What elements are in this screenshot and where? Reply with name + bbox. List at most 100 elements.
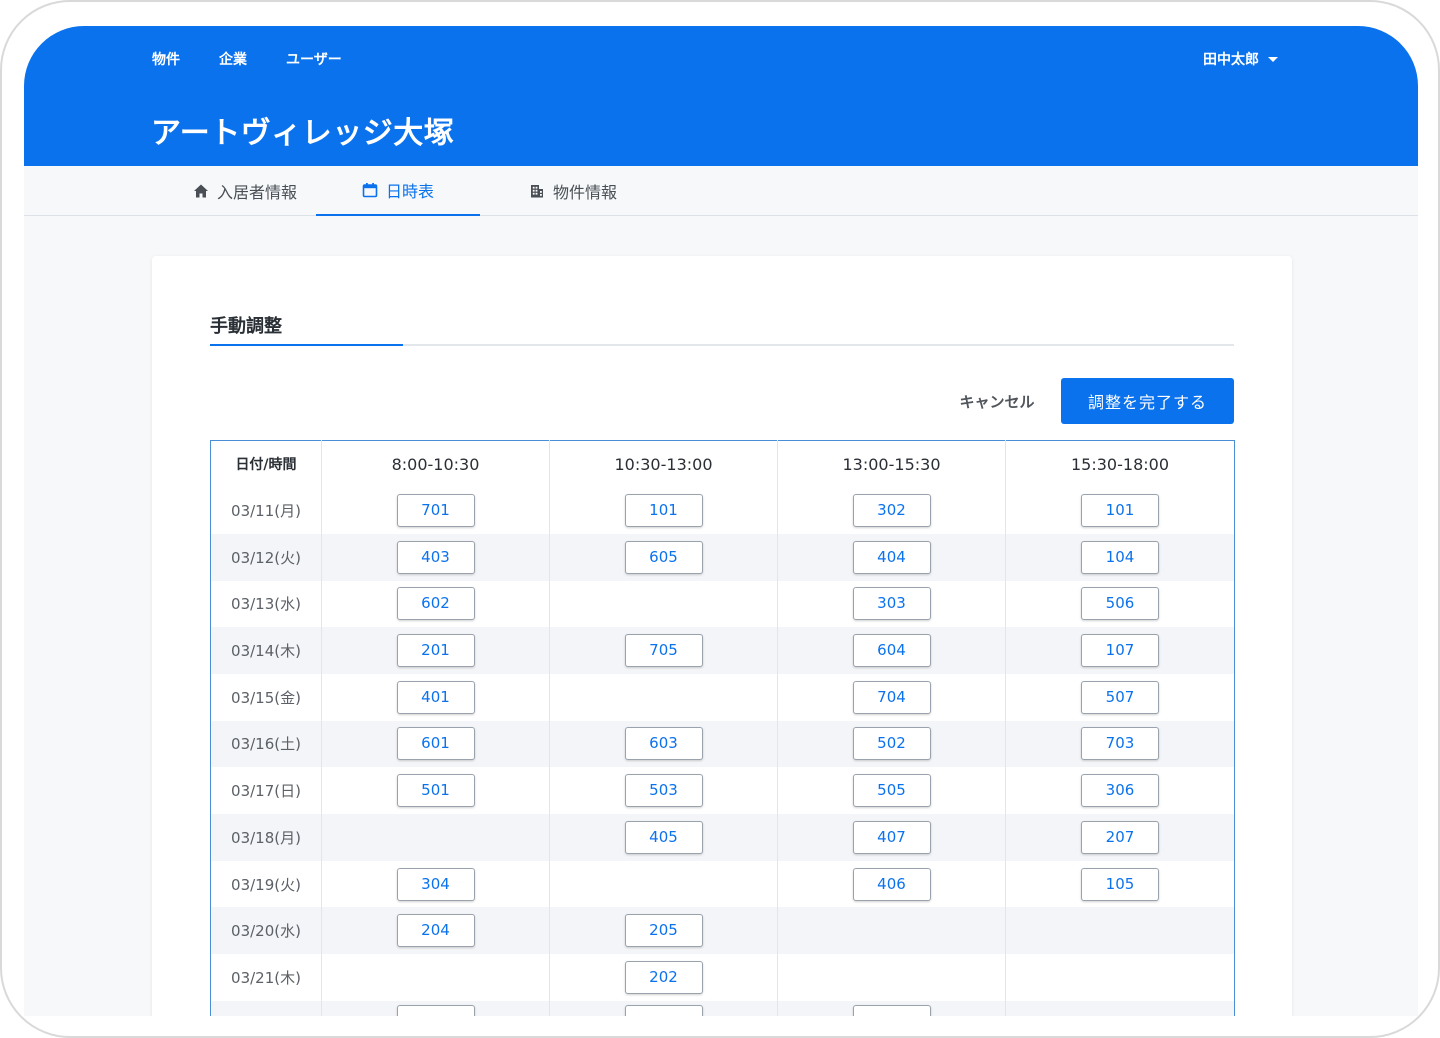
room-chip[interactable]: 705 bbox=[624, 634, 703, 668]
slot-cell: 407 bbox=[777, 814, 1006, 861]
room-chip[interactable]: 501 bbox=[396, 774, 475, 808]
room-chip[interactable]: 502 bbox=[852, 727, 931, 761]
nav-item-companies[interactable]: 企業 bbox=[219, 49, 247, 69]
room-chip[interactable]: 407 bbox=[852, 820, 931, 854]
slot-cell: 201 bbox=[321, 627, 550, 674]
room-chip[interactable]: 605 bbox=[624, 540, 703, 574]
room-chip[interactable]: 406 bbox=[852, 867, 931, 901]
room-chip[interactable]: 506 bbox=[1081, 587, 1159, 621]
slot-cell: 505 bbox=[777, 767, 1006, 814]
room-chip[interactable]: 403 bbox=[396, 540, 475, 574]
slot-cell bbox=[321, 954, 550, 1001]
room-chip[interactable]: 703 bbox=[1081, 727, 1159, 761]
room-chip[interactable]: 306 bbox=[1081, 774, 1159, 808]
room-chip-partial[interactable] bbox=[396, 1005, 475, 1016]
app-screen: 物件 企業 ユーザー 田中太郎 アートヴィレッジ大塚 入居者情報 日時表 物件情… bbox=[24, 26, 1418, 1016]
tab-resident-info[interactable]: 入居者情報 bbox=[152, 166, 338, 216]
section-title: 手動調整 bbox=[210, 316, 282, 337]
room-chip[interactable]: 101 bbox=[1081, 494, 1159, 528]
complete-adjustment-button[interactable]: 調整を完了する bbox=[1061, 378, 1234, 424]
row-date: 03/16(土) bbox=[210, 720, 322, 768]
section-divider-active bbox=[210, 344, 403, 346]
top-nav: 物件 企業 ユーザー bbox=[152, 49, 342, 69]
room-chip[interactable]: 701 bbox=[396, 494, 475, 528]
room-chip[interactable]: 503 bbox=[624, 774, 703, 808]
room-chip[interactable]: 107 bbox=[1081, 634, 1159, 668]
slot-cell: 401 bbox=[321, 673, 550, 721]
table-row: 03/11(月) 701 101 302 101 bbox=[210, 487, 1235, 534]
slot-cell bbox=[549, 580, 778, 628]
slot-cell: 503 bbox=[549, 767, 778, 814]
slot-cell: 304 bbox=[321, 860, 550, 908]
table-row: 03/16(土) 601 603 502 703 bbox=[210, 720, 1235, 768]
slot-cell: 603 bbox=[549, 720, 778, 768]
table-row bbox=[210, 1000, 1235, 1016]
table-row: 03/19(火) 304 406 105 bbox=[210, 860, 1235, 908]
row-date: 03/12(火) bbox=[210, 533, 322, 581]
room-chip[interactable]: 602 bbox=[396, 587, 475, 621]
room-chip[interactable]: 604 bbox=[852, 634, 931, 668]
row-date: 03/20(水) bbox=[210, 907, 322, 955]
cancel-button[interactable]: キャンセル bbox=[932, 378, 1062, 424]
tab-schedule[interactable]: 日時表 bbox=[316, 166, 480, 216]
slot-cell: 506 bbox=[1006, 581, 1235, 628]
room-chip[interactable]: 401 bbox=[396, 680, 475, 714]
slot-cell bbox=[321, 1000, 550, 1016]
room-chip[interactable]: 205 bbox=[624, 914, 703, 948]
table-row: 03/15(金) 401 704 507 bbox=[210, 673, 1235, 721]
building-icon bbox=[529, 183, 545, 199]
user-name: 田中太郎 bbox=[1203, 52, 1259, 68]
device-frame: 物件 企業 ユーザー 田中太郎 アートヴィレッジ大塚 入居者情報 日時表 物件情… bbox=[0, 0, 1440, 1038]
room-chip-partial[interactable] bbox=[624, 1005, 703, 1016]
slot-cell: 207 bbox=[1005, 814, 1235, 861]
slot-cell: 601 bbox=[321, 720, 550, 768]
room-chip[interactable]: 601 bbox=[396, 727, 475, 761]
room-chip[interactable]: 507 bbox=[1081, 680, 1159, 714]
room-chip[interactable]: 104 bbox=[1081, 540, 1159, 574]
room-chip[interactable]: 404 bbox=[852, 540, 931, 574]
tab-bar: 入居者情報 日時表 物件情報 bbox=[24, 166, 1418, 216]
user-menu[interactable]: 田中太郎 bbox=[1203, 49, 1278, 69]
slot-cell: 202 bbox=[549, 954, 778, 1001]
tab-property-info[interactable]: 物件情報 bbox=[480, 166, 666, 216]
slot-header: 10:30-13:00 bbox=[549, 440, 778, 488]
table-row: 03/17(日) 501 503 505 306 bbox=[210, 767, 1235, 814]
room-chip[interactable]: 302 bbox=[852, 494, 931, 528]
slot-header: 15:30-18:00 bbox=[1005, 440, 1235, 488]
nav-item-properties[interactable]: 物件 bbox=[152, 49, 180, 69]
nav-item-users[interactable]: ユーザー bbox=[286, 49, 342, 69]
room-chip[interactable]: 405 bbox=[624, 820, 703, 854]
room-chip[interactable]: 204 bbox=[396, 914, 475, 948]
row-date: 03/19(火) bbox=[210, 860, 322, 908]
room-chip[interactable]: 704 bbox=[852, 680, 931, 714]
room-chip[interactable]: 603 bbox=[624, 727, 703, 761]
row-date: 03/15(金) bbox=[210, 673, 322, 721]
table-row: 03/13(水) 602 303 506 bbox=[210, 580, 1235, 628]
room-chip[interactable]: 101 bbox=[624, 494, 703, 528]
slot-cell bbox=[549, 860, 778, 908]
row-date: 03/11(月) bbox=[210, 487, 322, 534]
table-row: 03/18(月) 405 407 207 bbox=[210, 814, 1235, 861]
slot-cell: 604 bbox=[777, 627, 1006, 674]
table-row: 03/12(火) 403 605 404 104 bbox=[210, 533, 1235, 581]
app-header: 物件 企業 ユーザー 田中太郎 アートヴィレッジ大塚 bbox=[24, 26, 1418, 166]
slot-cell: 406 bbox=[777, 860, 1006, 908]
slot-cell: 105 bbox=[1006, 861, 1235, 908]
slot-cell: 204 bbox=[321, 907, 550, 955]
tab-label: 日時表 bbox=[385, 182, 434, 201]
slot-cell bbox=[777, 954, 1006, 1001]
room-chip[interactable]: 202 bbox=[624, 960, 703, 994]
room-chip-partial[interactable] bbox=[852, 1005, 931, 1016]
slot-cell: 303 bbox=[777, 580, 1006, 628]
room-chip[interactable]: 207 bbox=[1081, 820, 1159, 854]
room-chip[interactable]: 303 bbox=[852, 587, 931, 621]
room-chip[interactable]: 505 bbox=[852, 774, 931, 808]
row-date: 03/17(日) bbox=[210, 767, 322, 814]
slot-cell bbox=[1005, 907, 1235, 955]
room-chip[interactable]: 304 bbox=[396, 867, 475, 901]
room-chip[interactable]: 201 bbox=[396, 634, 475, 668]
tab-label: 入居者情報 bbox=[216, 183, 297, 202]
room-chip[interactable]: 105 bbox=[1081, 867, 1159, 901]
slot-cell: 403 bbox=[321, 533, 550, 581]
table-row: 03/14(木) 201 705 604 107 bbox=[210, 627, 1235, 674]
